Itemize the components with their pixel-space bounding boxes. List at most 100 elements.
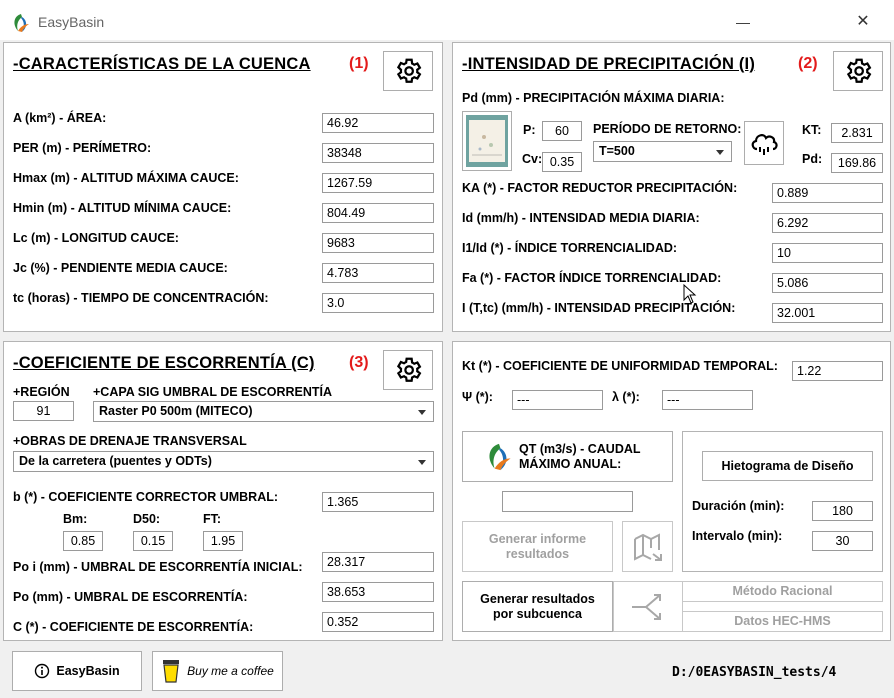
id-label: Id (mm/h) - INTENSIDAD MEDIA DIARIA:: [462, 211, 700, 225]
close-button[interactable]: ✕: [848, 10, 878, 34]
fa-field[interactable]: 5.086: [772, 273, 883, 293]
panel-resultados: Kt (*) - COEFICIENTE DE UNIFORMIDAD TEMP…: [452, 341, 891, 641]
pd-label: Pd (mm) - PRECIPITACIÓN MÁXIMA DIARIA:: [462, 91, 725, 105]
panel-intensidad-number: (2): [798, 55, 818, 72]
i1id-field[interactable]: 10: [772, 243, 883, 263]
map-export-button[interactable]: [622, 521, 673, 572]
panel-cuenca: -CARACTERÍSTICAS DE LA CUENCA (1) A (km²…: [3, 42, 443, 332]
intervalo-field[interactable]: 30: [812, 531, 873, 551]
kt-uniformidad-label: Kt (*) - COEFICIENTE DE UNIFORMIDAD TEMP…: [462, 359, 778, 373]
easybasin-info-button[interactable]: EasyBasin: [12, 651, 142, 691]
jc-field[interactable]: 4.783: [322, 263, 434, 283]
jc-label: Jc (%) - PENDIENTE MEDIA CAUCE:: [13, 261, 228, 275]
gear-icon: [396, 357, 422, 382]
region-field[interactable]: 91: [13, 401, 74, 421]
pd-short-label: Pd:: [802, 152, 823, 166]
panel-cuenca-title: -CARACTERÍSTICAS DE LA CUENCA: [13, 55, 311, 73]
panel-escorrentia-number: (3): [349, 354, 369, 371]
gear-icon: [396, 58, 422, 83]
buy-coffee-button[interactable]: Buy me a coffee: [152, 651, 283, 691]
poi-field[interactable]: 28.317: [322, 552, 434, 572]
p-field[interactable]: 60: [542, 121, 582, 141]
mouse-cursor-icon: [683, 284, 697, 304]
datos-hechms-button[interactable]: Datos HEC-HMS: [682, 611, 883, 632]
intensidad-field[interactable]: 32.001: [772, 303, 883, 323]
bottom-bar: EasyBasin Buy me a coffee D:/0EASYBASIN_…: [0, 646, 894, 698]
metodo-racional-button[interactable]: Método Racional: [682, 581, 883, 602]
hmin-label: Hmin (m) - ALTITUD MÍNIMA CAUCE:: [13, 201, 232, 215]
duracion-field[interactable]: 180: [812, 501, 873, 521]
project-path: D:/0EASYBASIN_tests/4: [672, 665, 837, 680]
split-arrow-button[interactable]: [613, 581, 683, 632]
id-field[interactable]: 6.292: [772, 213, 883, 233]
area-label: A (km²) - ÁREA:: [13, 111, 107, 125]
generar-subcuenca-button[interactable]: Generar resultados por subcuenca: [462, 581, 613, 632]
kt-label: KT:: [802, 123, 822, 137]
split-arrow-icon: [632, 593, 661, 620]
cloud-rain-button[interactable]: [744, 121, 784, 165]
po-field[interactable]: 38.653: [322, 582, 434, 602]
ka-label: KA (*) - FACTOR REDUCTOR PRECIPITACIÓN:: [462, 181, 738, 195]
panel-intensidad: -INTENSIDAD DE PRECIPITACIÓN (I) (2) Pd …: [452, 42, 891, 332]
fa-label: Fa (*) - FACTOR ÍNDICE TORRENCIALIDAD:: [462, 271, 722, 285]
app-title: EasyBasin: [38, 14, 105, 30]
lc-field[interactable]: 9683: [322, 233, 434, 253]
cloud-rain-icon: [751, 134, 778, 155]
tc-field[interactable]: 3.0: [322, 293, 434, 313]
info-icon: [35, 663, 50, 679]
ka-field[interactable]: 0.889: [772, 183, 883, 203]
c-label: C (*) - COEFICIENTE DE ESCORRENTÍA:: [13, 620, 254, 634]
pd-field[interactable]: 169.86: [831, 153, 883, 173]
intervalo-label: Intervalo (min):: [692, 529, 783, 543]
map-thumbnail-button[interactable]: [462, 111, 512, 171]
cuenca-settings-button[interactable]: [383, 51, 433, 91]
title-bar: EasyBasin — ✕: [0, 0, 894, 44]
capa-sig-label: +CAPA SIG UMBRAL DE ESCORRENTÍA: [93, 385, 333, 399]
d50-label: D50:: [133, 512, 161, 526]
generar-informe-button[interactable]: Generar informe resultados: [462, 521, 613, 572]
precipitation-map-icon: [466, 115, 508, 167]
minimize-button[interactable]: —: [728, 10, 758, 34]
area-field[interactable]: 46.92: [322, 113, 434, 133]
kt-field[interactable]: 2.831: [831, 123, 883, 143]
hmax-label: Hmax (m) - ALTITUD MÁXIMA CAUCE:: [13, 171, 239, 185]
escorrentia-settings-button[interactable]: [383, 350, 433, 390]
cv-label: Cv:: [522, 152, 543, 166]
p-label: P:: [523, 123, 536, 137]
poi-label: Po i (mm) - UMBRAL DE ESCORRENTÍA INICIA…: [13, 560, 303, 574]
panel-cuenca-number: (1): [349, 55, 369, 72]
perimetro-field[interactable]: 38348: [322, 143, 434, 163]
tc-label: tc (horas) - TIEMPO DE CONCENTRACIÓN:: [13, 291, 269, 305]
bm-field[interactable]: 0.85: [63, 531, 103, 551]
po-label: Po (mm) - UMBRAL DE ESCORRENTÍA:: [13, 590, 248, 604]
hmax-field[interactable]: 1267.59: [322, 173, 434, 193]
panel-escorrentia-title: -COEFICIENTE DE ESCORRENTÍA (C): [13, 354, 315, 372]
lambda-label: λ (*):: [612, 390, 640, 404]
b-field[interactable]: 1.365: [322, 492, 434, 512]
perimetro-label: PER (m) - PERÍMETRO:: [13, 141, 152, 155]
psi-field[interactable]: ---: [512, 390, 603, 410]
obras-drenaje-select[interactable]: De la carretera (puentes y ODTs): [13, 451, 434, 472]
ft-field[interactable]: 1.95: [203, 531, 243, 551]
duracion-label: Duración (min):: [692, 499, 785, 513]
obras-drenaje-label: +OBRAS DE DRENAJE TRANSVERSAL: [13, 434, 247, 448]
cv-field[interactable]: 0.35: [542, 152, 582, 172]
b-label: b (*) - COEFICIENTE CORRECTOR UMBRAL:: [13, 490, 279, 504]
capa-sig-select[interactable]: Raster P0 500m (MITECO): [93, 401, 434, 422]
qt-field[interactable]: [502, 491, 633, 512]
kt-uniformidad-field[interactable]: 1.22: [792, 361, 883, 381]
bm-label: Bm:: [63, 512, 88, 526]
qt-caudal-button[interactable]: QT (m3/s) - CAUDAL MÁXIMO ANUAL:: [462, 431, 673, 482]
hmin-field[interactable]: 804.49: [322, 203, 434, 223]
c-field[interactable]: 0.352: [322, 612, 434, 632]
lambda-field[interactable]: ---: [662, 390, 753, 410]
periodo-retorno-select[interactable]: T=500: [593, 141, 732, 162]
easybasin-logo-icon: [14, 14, 29, 32]
hietograma-button[interactable]: Hietograma de Diseño: [702, 451, 873, 481]
d50-field[interactable]: 0.15: [133, 531, 173, 551]
ft-label: FT:: [203, 512, 222, 526]
periodo-retorno-label: PERÍODO DE RETORNO:: [593, 122, 742, 136]
region-label: +REGIÓN: [13, 385, 70, 399]
panel-escorrentia: -COEFICIENTE DE ESCORRENTÍA (C) (3) +REG…: [3, 341, 443, 641]
intensidad-settings-button[interactable]: [833, 51, 883, 91]
